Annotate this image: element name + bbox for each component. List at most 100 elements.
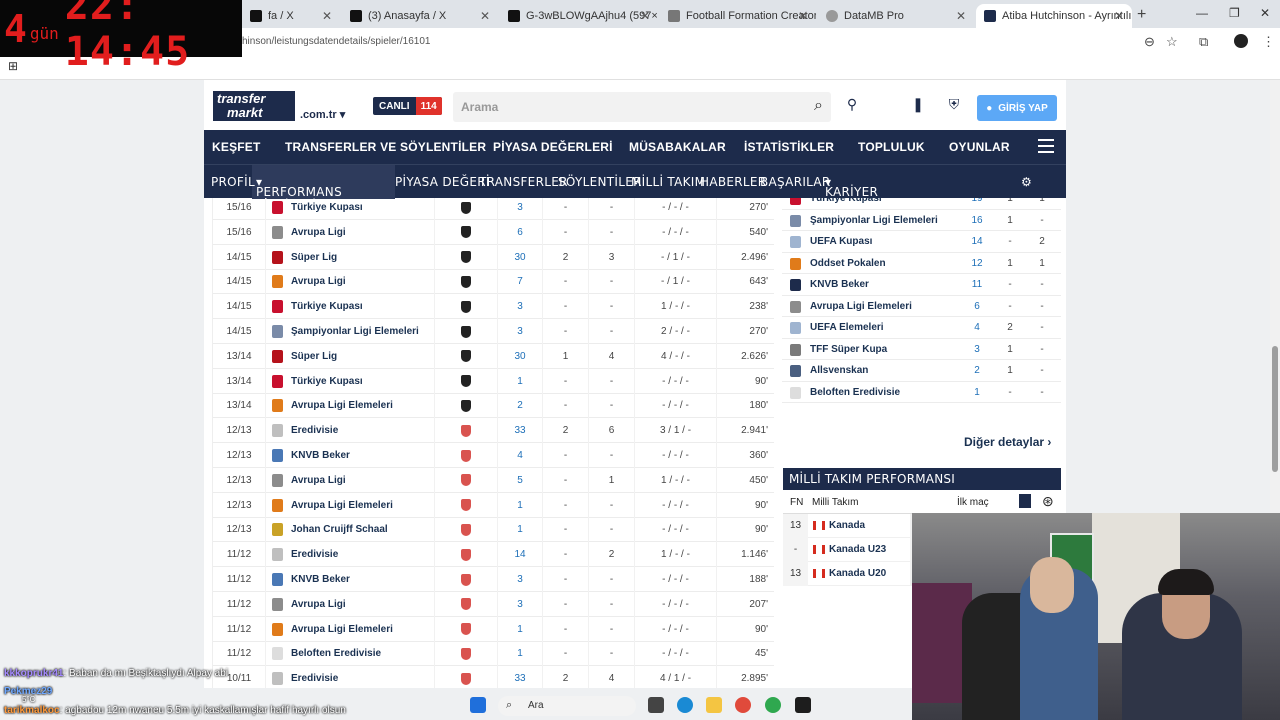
tab-transfers[interactable]: TRANSFERLER — [479, 175, 568, 189]
appearances-value[interactable]: 12 — [965, 258, 989, 269]
club-crest-icon[interactable] — [461, 275, 471, 288]
club-crest-icon[interactable] — [461, 399, 471, 412]
appearances-cell[interactable]: 14 — [498, 542, 543, 568]
appearances-value[interactable]: 1 — [965, 387, 989, 398]
nav-item-competitions[interactable]: MÜSABAKALAR — [629, 140, 726, 154]
search-icon[interactable]: ⌕ — [814, 97, 823, 115]
competition-link[interactable]: UEFA Elemeleri — [810, 322, 884, 333]
competition-link[interactable]: Avrupa Ligi Elemeleri — [291, 400, 393, 411]
search-input[interactable]: Arama ⌕ — [453, 92, 831, 122]
appearances-cell[interactable]: 30 — [498, 343, 543, 369]
competition-link[interactable]: TFF Süper Kupa — [810, 344, 887, 355]
competition-link[interactable]: Allsvenskan — [810, 365, 868, 376]
club-crest-icon[interactable] — [461, 474, 471, 487]
tab-achievements[interactable]: BAŞARILAR — [760, 175, 831, 189]
browser-tab[interactable]: G-3wBLOWgAAjhu4 (597×680) ✕ — [500, 4, 658, 28]
hamburger-menu-icon[interactable] — [1038, 139, 1054, 153]
appearances-cell[interactable]: 3 — [498, 198, 543, 220]
competition-link[interactable]: UEFA Kupası — [810, 236, 872, 247]
browser-tab[interactable]: fa / X ✕ — [242, 4, 340, 28]
appearances-value[interactable]: 3 — [965, 344, 989, 355]
competition-link[interactable]: Türkiye Kupası — [291, 376, 363, 387]
site-logo[interactable]: transfer markt — [213, 91, 295, 121]
competition-link[interactable]: KNVB Beker — [810, 279, 869, 290]
site-domain-selector[interactable]: .com.tr ▾ — [300, 108, 345, 121]
maximize-icon[interactable]: ❐ — [1229, 6, 1240, 20]
competition-link[interactable]: Süper Lig — [291, 252, 337, 263]
competition-link[interactable]: Türkiye Kupası — [810, 198, 882, 204]
nav-item-market-values[interactable]: PİYASA DEĞERLERİ — [493, 140, 613, 154]
shield-icon[interactable]: ⛨ — [944, 96, 964, 116]
nav-item-community[interactable]: TOPLULUK — [858, 140, 925, 154]
competition-link[interactable]: Avrupa Ligi Elemeleri — [291, 500, 393, 511]
scrollbar-thumb[interactable] — [1272, 346, 1278, 472]
browser-tab[interactable]: (3) Anasayfa / X ✕ — [342, 4, 498, 28]
live-button[interactable]: CANLI 114 — [373, 97, 442, 115]
competition-link[interactable]: Beloften Eredivisie — [291, 648, 381, 659]
club-crest-icon[interactable] — [461, 672, 471, 685]
edge-icon[interactable] — [677, 697, 693, 713]
club-crest-icon[interactable] — [461, 647, 471, 660]
competition-link[interactable]: Eredivisie — [291, 425, 338, 436]
appearances-cell[interactable]: 2 — [498, 393, 543, 419]
login-button[interactable]: ● GİRİŞ YAP — [977, 95, 1057, 121]
close-icon[interactable]: ✕ — [480, 9, 490, 23]
nav-item-statistics[interactable]: İSTATİSTİKLER — [744, 140, 834, 154]
competition-link[interactable]: Şampiyonlar Ligi Elemeleri — [291, 326, 419, 337]
competition-link[interactable]: Avrupa Ligi Elemeleri — [291, 624, 393, 635]
competition-link[interactable]: Türkiye Kupası — [291, 202, 363, 213]
appearances-value[interactable]: 4 — [965, 322, 989, 333]
chrome-profile-icon[interactable] — [765, 697, 781, 713]
appearances-cell[interactable]: 5 — [498, 467, 543, 493]
tab-performance[interactable]: PERFORMANS BİLGİLERİ ▾ — [256, 175, 342, 213]
competition-link[interactable]: Avrupa Ligi — [291, 276, 346, 287]
close-icon[interactable]: ✕ — [322, 9, 332, 23]
browser-tab[interactable]: DataMB Pro ✕ — [818, 4, 974, 28]
extensions-icon[interactable]: ⧉ — [1199, 34, 1208, 50]
chrome-icon[interactable] — [735, 697, 751, 713]
nav-item-games[interactable]: OYUNLAR — [949, 140, 1010, 154]
windows-start-icon[interactable] — [470, 697, 486, 713]
appearances-cell[interactable]: 3 — [498, 567, 543, 592]
competition-link[interactable]: Johan Cruijff Schaal — [291, 524, 388, 535]
appearances-value[interactable]: 16 — [965, 215, 989, 226]
apps-grid-icon[interactable]: ⊞ — [8, 59, 18, 73]
tab-national-team[interactable]: MİLLİ TAKIM — [631, 175, 705, 189]
menu-dots-icon[interactable]: ⋮ — [1262, 34, 1275, 50]
tab-rumours[interactable]: SÖYLENTİLER — [558, 175, 642, 189]
close-icon[interactable]: ✕ — [640, 9, 650, 23]
tab-profile[interactable]: PROFİL — [211, 175, 255, 189]
national-team-link[interactable]: Kanada U23 — [829, 544, 886, 555]
browser-tab-active[interactable]: Atiba Hutchinson - Ayrıntılı pe ✕ — [976, 4, 1132, 28]
competition-link[interactable]: Avrupa Ligi Elemeleri — [810, 301, 912, 312]
appearances-cell[interactable]: 33 — [498, 418, 543, 444]
close-icon[interactable]: ✕ — [798, 9, 808, 23]
appearances-cell[interactable]: 3 — [498, 319, 543, 344]
appearances-cell[interactable]: 33 — [498, 666, 543, 688]
appearances-cell[interactable]: 3 — [498, 591, 543, 617]
appearances-cell[interactable]: 1 — [498, 616, 543, 642]
club-crest-icon[interactable] — [461, 573, 471, 586]
minimize-icon[interactable]: — — [1196, 6, 1208, 20]
nav-item-transfers[interactable]: TRANSFERLER VE SÖYLENTİLER — [285, 140, 486, 154]
new-tab-button[interactable]: + — [1137, 6, 1146, 24]
club-crest-icon[interactable] — [461, 201, 471, 214]
url-field[interactable]: hinson/leistungsdatendetails/spieler/161… — [242, 36, 430, 47]
competition-link[interactable]: Avrupa Ligi — [291, 475, 346, 486]
competition-link[interactable]: Avrupa Ligi — [291, 599, 346, 610]
close-window-icon[interactable]: ✕ — [1260, 6, 1270, 20]
appearances-cell[interactable]: 1 — [498, 492, 543, 518]
task-view-icon[interactable] — [648, 697, 664, 713]
club-crest-icon[interactable] — [461, 449, 471, 462]
competition-link[interactable]: Avrupa Ligi — [291, 227, 346, 238]
competition-link[interactable]: Oddset Pokalen — [810, 258, 886, 269]
club-crest-icon[interactable] — [461, 375, 471, 388]
appearances-value[interactable]: 6 — [965, 301, 989, 312]
appearances-cell[interactable]: 1 — [498, 368, 543, 394]
tab-news[interactable]: HABERLER — [700, 175, 766, 189]
close-icon[interactable]: ✕ — [1114, 9, 1124, 23]
club-crest-icon[interactable] — [461, 325, 471, 338]
national-team-link[interactable]: Kanada — [829, 520, 865, 531]
appearances-cell[interactable]: 1 — [498, 517, 543, 543]
competition-link[interactable]: Şampiyonlar Ligi Elemeleri — [810, 215, 938, 226]
